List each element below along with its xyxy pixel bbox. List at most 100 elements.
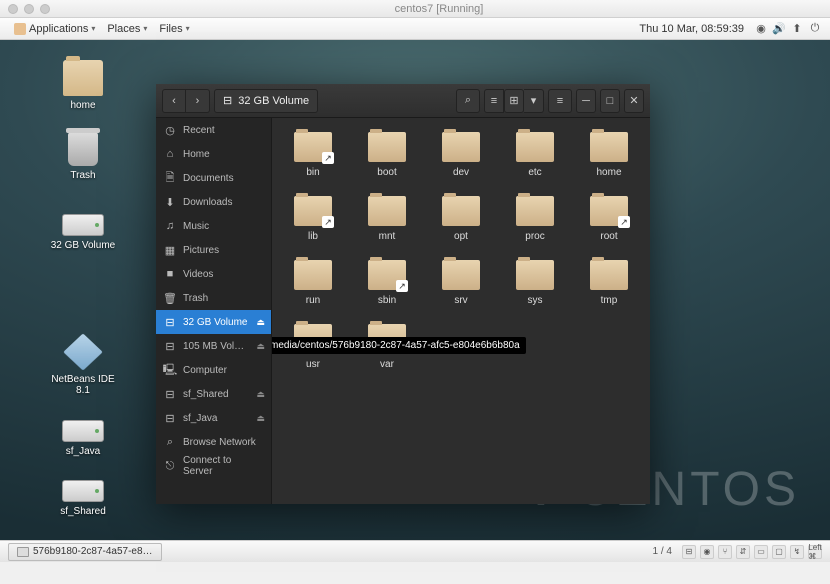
sidebar-item-computer[interactable]: 🖳Computer bbox=[156, 358, 271, 382]
eject-icon[interactable]: ⏏ bbox=[256, 341, 265, 352]
search-button[interactable]: ⌕ bbox=[456, 89, 480, 113]
desktop-icon-32-gb-volume[interactable]: 32 GB Volume bbox=[48, 204, 118, 251]
files-app-menu[interactable]: Files▾ bbox=[153, 23, 195, 35]
folder-sbin[interactable]: sbin bbox=[354, 260, 420, 306]
sidebar-item-documents[interactable]: 🗎 Documents bbox=[156, 166, 271, 190]
sidebar-item-sf-java[interactable]: ⊟sf_Java⏏ bbox=[156, 406, 271, 430]
sidebar-item-recent[interactable]: ◷ Recent bbox=[156, 118, 271, 142]
folder-label: proc bbox=[502, 231, 568, 242]
folder-etc[interactable]: etc bbox=[502, 132, 568, 178]
sidebar-item-label: sf_Shared bbox=[183, 389, 229, 400]
video-icon: ■ bbox=[164, 268, 176, 280]
sidebar-item-label: Recent bbox=[183, 125, 215, 136]
clock-icon: ◷ bbox=[164, 124, 176, 136]
sidebar-item-trash[interactable]: 🗑Trash bbox=[156, 286, 271, 310]
sidebar-item-label: 105 MB Vol… bbox=[183, 341, 244, 352]
desktop-icon-netbeans-ide-8.1[interactable]: NetBeans IDE 8.1 bbox=[48, 334, 118, 396]
sidebar-item-label: Trash bbox=[183, 293, 208, 304]
folder-mnt[interactable]: mnt bbox=[354, 196, 420, 242]
folder-label: run bbox=[280, 295, 346, 306]
doc-icon: 🗎 bbox=[164, 172, 176, 184]
desktop-icon-label: NetBeans IDE 8.1 bbox=[48, 374, 118, 396]
places-menu[interactable]: Places▾ bbox=[101, 23, 153, 35]
desktop-icon-label: sf_Shared bbox=[48, 506, 118, 517]
folder-boot[interactable]: boot bbox=[354, 132, 420, 178]
folder-run[interactable]: run bbox=[280, 260, 346, 306]
sidebar-item-videos[interactable]: ■Videos bbox=[156, 262, 271, 286]
vm-disk-icon[interactable]: ⊟ bbox=[682, 545, 696, 559]
desktop-icon-sf_shared[interactable]: sf_Shared bbox=[48, 470, 118, 517]
desktop-icon-label: home bbox=[48, 100, 118, 111]
folder-label: boot bbox=[354, 167, 420, 178]
view-options-button[interactable]: ▾ bbox=[524, 89, 544, 113]
volume-icon[interactable]: 🔊 bbox=[772, 22, 786, 36]
sidebar-item-music[interactable]: ♫Music bbox=[156, 214, 271, 238]
desktop-icon-sf_java[interactable]: sf_Java bbox=[48, 410, 118, 457]
folder-lib[interactable]: lib bbox=[280, 196, 346, 242]
sidebar-item-sf-shared[interactable]: ⊟ sf_Shared ⏏ bbox=[156, 382, 271, 406]
music-icon: ♫ bbox=[164, 220, 176, 232]
sidebar-item-label: Documents bbox=[183, 173, 234, 184]
sidebar-item-label: 32 GB Volume bbox=[183, 317, 247, 328]
minimize-traffic-light[interactable] bbox=[24, 4, 34, 14]
desktop-icon-trash[interactable]: Trash bbox=[48, 132, 118, 181]
folder-home[interactable]: home bbox=[576, 132, 642, 178]
file-manager-content[interactable]: binbootdevetchome libmntoptproc root runsbi… bbox=[272, 118, 650, 504]
window-maximize-button[interactable]: □ bbox=[600, 89, 620, 113]
vm-mouse-icon[interactable]: ↯ bbox=[790, 545, 804, 559]
folder-dev[interactable]: dev bbox=[428, 132, 494, 178]
vm-optical-icon[interactable]: ◉ bbox=[700, 545, 714, 559]
desktop-icon-label: 32 GB Volume bbox=[48, 240, 118, 251]
sidebar-item-downloads[interactable]: ⬇Downloads bbox=[156, 190, 271, 214]
drive-icon bbox=[62, 214, 104, 236]
vm-status-tray: ⊟ ◉ ⑂ ⇵ ▭ ▢ ↯ Left ⌘ bbox=[682, 545, 822, 559]
folder-label: bin bbox=[280, 167, 346, 178]
sidebar-item-connect-to-server[interactable]: ⎋Connect to Server bbox=[156, 454, 271, 478]
sidebar-item-pictures[interactable]: ▦Pictures bbox=[156, 238, 271, 262]
folder-bin[interactable]: bin bbox=[280, 132, 346, 178]
hamburger-menu-button[interactable]: ≡ bbox=[548, 89, 572, 113]
network-icon[interactable]: ⬆ bbox=[790, 22, 804, 36]
taskbar-window-button[interactable]: 576b9180-2c87-4a57-e8… bbox=[8, 543, 162, 561]
workspace-pager[interactable]: 1 / 4 bbox=[643, 546, 682, 557]
eject-icon[interactable]: ⏏ bbox=[256, 317, 265, 328]
folder-label: mnt bbox=[354, 231, 420, 242]
folder-icon bbox=[294, 196, 332, 226]
desktop[interactable]: home Trash 32 GB Volume NetBeans IDE 8.1 sf_… bbox=[0, 40, 830, 562]
folder-proc[interactable]: proc bbox=[502, 196, 568, 242]
folder-opt[interactable]: opt bbox=[428, 196, 494, 242]
sidebar-item-105-mb-vol-[interactable]: ⊟105 MB Vol…⏏ bbox=[156, 334, 271, 358]
view-grid-button[interactable]: ⊞ bbox=[504, 89, 524, 113]
folder-icon bbox=[590, 132, 628, 162]
folder-srv[interactable]: srv bbox=[428, 260, 494, 306]
sidebar-item-browse-network[interactable]: ⌕Browse Network bbox=[156, 430, 271, 454]
vm-network-icon[interactable]: ⇵ bbox=[736, 545, 750, 559]
folder-root[interactable]: root bbox=[576, 196, 642, 242]
eject-icon[interactable]: ⏏ bbox=[256, 389, 265, 400]
view-list-button[interactable]: ≡ bbox=[484, 89, 504, 113]
close-traffic-light[interactable] bbox=[8, 4, 18, 14]
back-button[interactable]: ‹ bbox=[162, 89, 186, 113]
vm-display-icon[interactable]: ▢ bbox=[772, 545, 786, 559]
sidebar-item-label: Pictures bbox=[183, 245, 219, 256]
sidebar-item-32-gb-volume[interactable]: ⊟32 GB Volume⏏ bbox=[156, 310, 271, 334]
accessibility-icon[interactable]: ◉ bbox=[754, 22, 768, 36]
power-icon[interactable]: ⏻ bbox=[808, 22, 822, 36]
file-manager-window: ‹ › ⊟ 32 GB Volume ⌕ ≡ ⊞ ▾ ≡ ─ □ ✕ ◷ Rece… bbox=[156, 84, 650, 504]
window-minimize-button[interactable]: ─ bbox=[576, 89, 596, 113]
location-bar[interactable]: ⊟ 32 GB Volume bbox=[214, 89, 318, 113]
forward-button[interactable]: › bbox=[186, 89, 210, 113]
eject-icon[interactable]: ⏏ bbox=[256, 413, 265, 424]
folder-tmp[interactable]: tmp bbox=[576, 260, 642, 306]
disk-icon: ⊟ bbox=[164, 388, 176, 400]
applications-menu[interactable]: Applications▾ bbox=[8, 23, 101, 35]
vm-shared-icon[interactable]: ▭ bbox=[754, 545, 768, 559]
sidebar-item-home[interactable]: ⌂Home bbox=[156, 142, 271, 166]
clock[interactable]: Thu 10 Mar, 08:59:39 bbox=[633, 23, 750, 35]
zoom-traffic-light[interactable] bbox=[40, 4, 50, 14]
desktop-icon-home[interactable]: home bbox=[48, 60, 118, 111]
sidebar-item-label: Downloads bbox=[183, 197, 232, 208]
window-close-button[interactable]: ✕ bbox=[624, 89, 644, 113]
vm-usb-icon[interactable]: ⑂ bbox=[718, 545, 732, 559]
folder-sys[interactable]: sys bbox=[502, 260, 568, 306]
